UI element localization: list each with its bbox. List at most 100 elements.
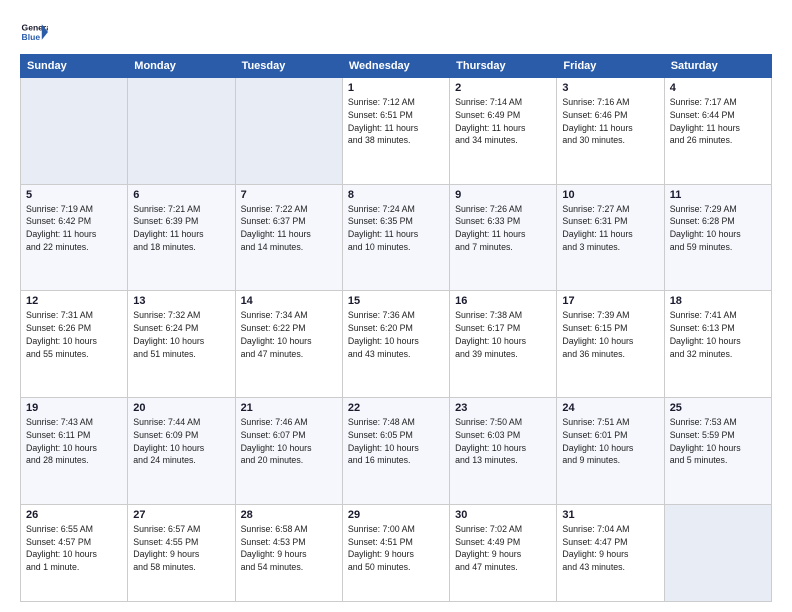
calendar-cell: 27 Sunrise: 6:57 AM Sunset: 4:55 PM Dayli…: [128, 504, 235, 601]
day-number: 8: [348, 189, 444, 201]
calendar-cell: 8Sunrise: 7:24 AM Sunset: 6:35 PM Daylig…: [342, 184, 449, 291]
day-number: 23: [455, 402, 551, 414]
calendar-cell: 15Sunrise: 7:36 AM Sunset: 6:20 PM Dayli…: [342, 291, 449, 398]
calendar-cell: 20 Sunrise: 7:44 AM Sunset: 6:09 PM Dayli…: [128, 398, 235, 505]
calendar-cell: 21Sunrise: 7:46 AM Sunset: 6:07 PM Dayli…: [235, 398, 342, 505]
calendar-cell: 24 Sunrise: 7:51 AM Sunset: 6:01 PM Dayli…: [557, 398, 664, 505]
day-number: 29: [348, 509, 444, 521]
day-number: 20: [133, 402, 229, 414]
calendar-cell: [21, 78, 128, 185]
day-number: 25: [670, 402, 766, 414]
day-info: Sunrise: 7:14 AM Sunset: 6:49 PM Dayligh…: [455, 96, 551, 147]
calendar-cell: 2 Sunrise: 7:14 AM Sunset: 6:49 PM Daylig…: [450, 78, 557, 185]
day-number: 21: [241, 402, 337, 414]
day-info: Sunrise: 7:26 AM Sunset: 6:33 PM Dayligh…: [455, 203, 551, 254]
day-number: 3: [562, 82, 658, 94]
day-info: Sunrise: 7:34 AM Sunset: 6:22 PM Dayligh…: [241, 309, 337, 360]
day-info: Sunrise: 7:41 AM Sunset: 6:13 PM Dayligh…: [670, 309, 766, 360]
calendar-cell: 23 Sunrise: 7:50 AM Sunset: 6:03 PM Dayli…: [450, 398, 557, 505]
day-number: 10: [562, 189, 658, 201]
day-info: Sunrise: 7:43 AM Sunset: 6:11 PM Dayligh…: [26, 416, 122, 467]
day-number: 30: [455, 509, 551, 521]
calendar-cell: 5Sunrise: 7:19 AM Sunset: 6:42 PM Daylig…: [21, 184, 128, 291]
day-number: 13: [133, 295, 229, 307]
logo: General Blue: [20, 18, 48, 46]
calendar-cell: 4 Sunrise: 7:17 AM Sunset: 6:44 PM Daylig…: [664, 78, 771, 185]
calendar-cell: 1 Sunrise: 7:12 AM Sunset: 6:51 PM Daylig…: [342, 78, 449, 185]
calendar-cell: 19 Sunrise: 7:43 AM Sunset: 6:11 PM Dayli…: [21, 398, 128, 505]
day-number: 16: [455, 295, 551, 307]
calendar-cell: 7 Sunrise: 7:22 AM Sunset: 6:37 PM Daylig…: [235, 184, 342, 291]
day-info: Sunrise: 6:58 AM Sunset: 4:53 PM Dayligh…: [241, 523, 337, 574]
day-number: 6: [133, 189, 229, 201]
day-number: 11: [670, 189, 766, 201]
calendar-cell: 16 Sunrise: 7:38 AM Sunset: 6:17 PM Dayli…: [450, 291, 557, 398]
calendar-cell: 10 Sunrise: 7:27 AM Sunset: 6:31 PM Dayli…: [557, 184, 664, 291]
header: General Blue: [20, 18, 772, 46]
day-info: Sunrise: 7:29 AM Sunset: 6:28 PM Dayligh…: [670, 203, 766, 254]
svg-text:Blue: Blue: [22, 32, 41, 42]
calendar-cell: 14 Sunrise: 7:34 AM Sunset: 6:22 PM Dayli…: [235, 291, 342, 398]
day-info: Sunrise: 7:00 AM Sunset: 4:51 PM Dayligh…: [348, 523, 444, 574]
calendar-cell: [664, 504, 771, 601]
calendar-cell: 28 Sunrise: 6:58 AM Sunset: 4:53 PM Dayli…: [235, 504, 342, 601]
calendar-cell: 25 Sunrise: 7:53 AM Sunset: 5:59 PM Dayli…: [664, 398, 771, 505]
calendar-cell: [128, 78, 235, 185]
day-info: Sunrise: 6:57 AM Sunset: 4:55 PM Dayligh…: [133, 523, 229, 574]
day-info: Sunrise: 7:27 AM Sunset: 6:31 PM Dayligh…: [562, 203, 658, 254]
day-info: Sunrise: 7:44 AM Sunset: 6:09 PM Dayligh…: [133, 416, 229, 467]
calendar-cell: 13 Sunrise: 7:32 AM Sunset: 6:24 PM Dayli…: [128, 291, 235, 398]
day-info: Sunrise: 7:48 AM Sunset: 6:05 PM Dayligh…: [348, 416, 444, 467]
day-info: Sunrise: 7:17 AM Sunset: 6:44 PM Dayligh…: [670, 96, 766, 147]
calendar-cell: 22 Sunrise: 7:48 AM Sunset: 6:05 PM Dayli…: [342, 398, 449, 505]
day-number: 14: [241, 295, 337, 307]
day-number: 22: [348, 402, 444, 414]
calendar-cell: 29 Sunrise: 7:00 AM Sunset: 4:51 PM Dayli…: [342, 504, 449, 601]
day-info: Sunrise: 7:51 AM Sunset: 6:01 PM Dayligh…: [562, 416, 658, 467]
day-info: Sunrise: 7:50 AM Sunset: 6:03 PM Dayligh…: [455, 416, 551, 467]
calendar-cell: 30 Sunrise: 7:02 AM Sunset: 4:49 PM Dayli…: [450, 504, 557, 601]
day-info: Sunrise: 7:38 AM Sunset: 6:17 PM Dayligh…: [455, 309, 551, 360]
weekday-header: SundayMondayTuesdayWednesdayThursdayFrid…: [21, 55, 772, 78]
weekday-saturday: Saturday: [664, 55, 771, 78]
day-info: Sunrise: 7:36 AM Sunset: 6:20 PM Dayligh…: [348, 309, 444, 360]
day-info: Sunrise: 7:32 AM Sunset: 6:24 PM Dayligh…: [133, 309, 229, 360]
calendar-cell: 31Sunrise: 7:04 AM Sunset: 4:47 PM Dayli…: [557, 504, 664, 601]
day-info: Sunrise: 7:53 AM Sunset: 5:59 PM Dayligh…: [670, 416, 766, 467]
day-info: Sunrise: 7:04 AM Sunset: 4:47 PM Dayligh…: [562, 523, 658, 574]
calendar: SundayMondayTuesdayWednesdayThursdayFrid…: [20, 54, 772, 602]
day-info: Sunrise: 7:16 AM Sunset: 6:46 PM Dayligh…: [562, 96, 658, 147]
calendar-cell: 11 Sunrise: 7:29 AM Sunset: 6:28 PM Dayli…: [664, 184, 771, 291]
logo-icon: General Blue: [20, 18, 48, 46]
weekday-monday: Monday: [128, 55, 235, 78]
calendar-cell: [235, 78, 342, 185]
day-number: 17: [562, 295, 658, 307]
calendar-cell: 17 Sunrise: 7:39 AM Sunset: 6:15 PM Dayli…: [557, 291, 664, 398]
day-number: 2: [455, 82, 551, 94]
day-number: 27: [133, 509, 229, 521]
day-number: 18: [670, 295, 766, 307]
calendar-cell: 9 Sunrise: 7:26 AM Sunset: 6:33 PM Daylig…: [450, 184, 557, 291]
day-number: 1: [348, 82, 444, 94]
day-number: 7: [241, 189, 337, 201]
calendar-cell: 6 Sunrise: 7:21 AM Sunset: 6:39 PM Daylig…: [128, 184, 235, 291]
day-number: 4: [670, 82, 766, 94]
day-info: Sunrise: 7:02 AM Sunset: 4:49 PM Dayligh…: [455, 523, 551, 574]
day-number: 28: [241, 509, 337, 521]
day-info: Sunrise: 6:55 AM Sunset: 4:57 PM Dayligh…: [26, 523, 122, 574]
weekday-wednesday: Wednesday: [342, 55, 449, 78]
day-number: 5: [26, 189, 122, 201]
day-number: 9: [455, 189, 551, 201]
day-info: Sunrise: 7:12 AM Sunset: 6:51 PM Dayligh…: [348, 96, 444, 147]
day-number: 24: [562, 402, 658, 414]
day-number: 26: [26, 509, 122, 521]
day-info: Sunrise: 7:21 AM Sunset: 6:39 PM Dayligh…: [133, 203, 229, 254]
day-number: 19: [26, 402, 122, 414]
day-info: Sunrise: 7:39 AM Sunset: 6:15 PM Dayligh…: [562, 309, 658, 360]
calendar-cell: 18 Sunrise: 7:41 AM Sunset: 6:13 PM Dayli…: [664, 291, 771, 398]
day-info: Sunrise: 7:22 AM Sunset: 6:37 PM Dayligh…: [241, 203, 337, 254]
weekday-friday: Friday: [557, 55, 664, 78]
day-info: Sunrise: 7:31 AM Sunset: 6:26 PM Dayligh…: [26, 309, 122, 360]
day-number: 12: [26, 295, 122, 307]
calendar-body: 1 Sunrise: 7:12 AM Sunset: 6:51 PM Daylig…: [21, 78, 772, 602]
